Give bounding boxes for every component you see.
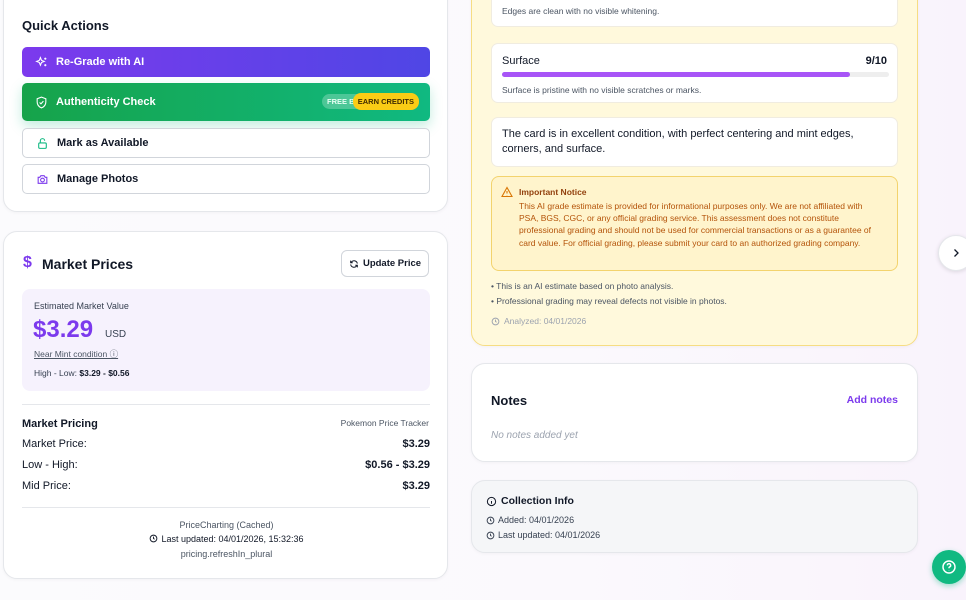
regrade-ai-button[interactable]: Re-Grade with AI — [22, 47, 430, 77]
disclaimer-bullet: • This is an AI estimate based on photo … — [491, 281, 674, 291]
mark-available-button[interactable]: Mark as Available — [22, 128, 430, 158]
notes-title: Notes — [491, 393, 528, 408]
collection-title-text: Collection Info — [501, 495, 574, 507]
notice-text: This AI grade estimate is provided for i… — [519, 201, 872, 248]
next-arrow-button[interactable] — [938, 235, 966, 271]
grade-summary: The card is in excellent condition, with… — [502, 128, 854, 155]
notice-title: Important Notice — [519, 187, 587, 197]
price-source-footer: PriceCharting (Cached) — [179, 520, 274, 530]
pricing-row-label: Mid Price: — [22, 480, 71, 492]
divider — [22, 507, 430, 508]
add-notes-button[interactable]: Add notes — [847, 394, 898, 406]
notes-card: Notes Add notes No notes added yet — [471, 363, 918, 462]
pricing-row-label: Market Price: — [22, 438, 87, 450]
divider — [22, 404, 430, 405]
shield-check-icon — [34, 95, 48, 109]
surface-progress-track — [502, 72, 889, 77]
quick-actions-card: Quick Actions Re-Grade with AI Authentic… — [3, 0, 448, 212]
updated-text: Last updated: 04/01/2026 — [498, 530, 601, 540]
surface-subcard: Surface 9/10 Surface is pristine with no… — [491, 43, 898, 103]
help-icon — [941, 559, 957, 575]
added-text: Added: 04/01/2026 — [498, 515, 575, 525]
lock-open-icon — [35, 136, 49, 150]
range-value: $3.29 - $0.56 — [79, 368, 130, 378]
estimated-value: $3.29 — [33, 316, 94, 343]
pricing-row-label: Low - High: — [22, 459, 78, 471]
refresh-footer: pricing.refreshIn_plural — [180, 549, 273, 559]
surface-score: 9/10 — [865, 55, 887, 67]
disclaimer-bullet: • Professional grading may reveal defect… — [491, 296, 727, 306]
authenticity-label: Authenticity Check — [56, 96, 156, 108]
camera-icon — [35, 172, 49, 186]
chevron-right-icon — [950, 247, 962, 259]
condition-link[interactable]: Near Mint condition ⓘ — [34, 348, 118, 360]
ai-grade-panel: Edges are clean with no visible whitenin… — [471, 0, 918, 346]
collection-info-title: Collection Info — [486, 495, 574, 507]
collection-updated: Last updated: 04/01/2026 — [486, 530, 600, 540]
clock-icon — [149, 534, 158, 543]
market-prices-card: $ Market Prices Update Price Estimated M… — [3, 231, 448, 579]
pricing-row-value: $3.29 — [402, 480, 430, 492]
clock-icon — [486, 516, 495, 525]
refresh-icon — [349, 259, 359, 269]
surface-label: Surface — [502, 55, 540, 67]
regrade-label: Re-Grade with AI — [56, 56, 145, 68]
last-updated-footer: Last updated: 04/01/2026, 15:32:36 — [4, 534, 449, 544]
help-button[interactable] — [932, 550, 966, 584]
surface-description: Surface is pristine with no visible scra… — [502, 85, 702, 95]
collection-info-card: Collection Info Added: 04/01/2026 Last u… — [471, 480, 918, 553]
grade-summary-card: The card is in excellent condition, with… — [491, 117, 898, 167]
update-price-label: Update Price — [362, 258, 422, 269]
authenticity-check-button[interactable]: Authenticity Check FREE BETA EARN CREDIT… — [22, 83, 430, 121]
collection-added: Added: 04/01/2026 — [486, 515, 574, 525]
range-label: High - Low: — [34, 368, 77, 378]
pricing-row: Mid Price: $3.29 — [22, 480, 430, 492]
currency-label: USD — [105, 329, 127, 340]
earn-credits-badge: EARN CREDITS — [352, 93, 419, 110]
pricing-row: Low - High: $0.56 - $3.29 — [22, 459, 430, 471]
pricing-row-value: $0.56 - $3.29 — [365, 459, 430, 471]
manage-photos-label: Manage Photos — [57, 173, 139, 185]
warning-icon — [501, 186, 513, 198]
edges-description: Edges are clean with no visible whitenin… — [502, 6, 660, 16]
surface-progress-fill — [502, 72, 851, 77]
update-price-button[interactable]: Update Price — [341, 250, 429, 277]
market-prices-title: Market Prices — [42, 256, 134, 272]
sparkles-icon — [34, 55, 48, 69]
analyzed-text: Analyzed: 04/01/2026 — [504, 316, 587, 326]
estimated-value-label: Estimated Market Value — [34, 301, 129, 311]
pricing-row-value: $3.29 — [402, 438, 430, 450]
estimated-value-panel: Estimated Market Value $3.29 USD Near Mi… — [22, 289, 430, 391]
last-updated-text: Last updated: 04/01/2026, 15:32:36 — [161, 534, 304, 544]
high-low-range: High - Low: $3.29 - $0.56 — [34, 368, 129, 378]
important-notice: Important Notice This AI grade estimate … — [491, 176, 898, 271]
clock-icon — [486, 531, 495, 540]
analyzed-date: Analyzed: 04/01/2026 — [491, 316, 586, 326]
clock-icon — [491, 317, 500, 326]
dollar-icon: $ — [23, 254, 32, 271]
info-icon — [486, 496, 497, 507]
mark-available-label: Mark as Available — [57, 137, 149, 149]
pricing-row: Market Price: $3.29 — [22, 438, 430, 450]
quick-actions-title: Quick Actions — [22, 18, 109, 33]
notes-empty-text: No notes added yet — [491, 430, 578, 441]
manage-photos-button[interactable]: Manage Photos — [22, 164, 430, 194]
pricing-source: Pokemon Price Tracker — [340, 418, 429, 428]
market-pricing-title: Market Pricing — [22, 418, 98, 430]
edges-subcard: Edges are clean with no visible whitenin… — [491, 0, 898, 27]
